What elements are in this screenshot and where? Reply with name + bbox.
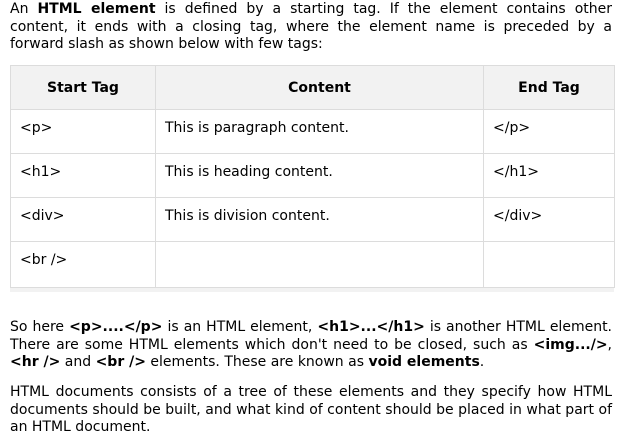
- cell-start-tag: <p>: [10, 109, 156, 154]
- table-header-row: Start Tag Content End Tag: [10, 65, 615, 110]
- intro-text-1: An: [10, 1, 38, 17]
- cell-content: This is division content.: [155, 197, 484, 242]
- tag-table: Start Tag Content End Tag <p> This is pa…: [10, 65, 615, 288]
- p2-bold-br: <br />: [95, 354, 146, 370]
- cell-start-tag: <br />: [10, 241, 156, 288]
- intro-bold-term: HTML element: [37, 1, 156, 17]
- table-row: <br />: [10, 241, 615, 288]
- p2-text-4: ,: [607, 336, 612, 353]
- p2-bold-void-elements: void elements: [368, 354, 480, 370]
- cell-start-tag: <h1>: [10, 153, 156, 198]
- tag-table-container: Start Tag Content End Tag <p> This is pa…: [10, 65, 615, 292]
- document-tree-paragraph: HTML documents consists of a tree of the…: [10, 384, 612, 435]
- cell-end-tag: </div>: [483, 197, 615, 242]
- cell-content: [155, 241, 484, 288]
- header-start-tag: Start Tag: [10, 65, 156, 110]
- cell-end-tag: [483, 241, 615, 288]
- p2-bold-p-element: <p>....</p>: [69, 319, 163, 335]
- p2-text-6: elements. These are known as: [145, 354, 369, 370]
- cell-start-tag: <div>: [10, 197, 156, 242]
- intro-paragraph: An HTML element is defined by a starting…: [10, 1, 612, 54]
- p2-text-7: .: [479, 354, 485, 370]
- p2-text-1: So here: [10, 319, 70, 335]
- p2-bold-hr: <hr />: [10, 354, 61, 370]
- table-row: <h1> This is heading content. </h1>: [10, 153, 615, 198]
- p2-bold-h1-element: <h1>...</h1>: [317, 319, 425, 335]
- cell-content: This is heading content.: [155, 153, 484, 198]
- table-row: <div> This is division content. </div>: [10, 197, 615, 242]
- table-row: <p> This is paragraph content. </p>: [10, 109, 615, 154]
- p2-text-5: and: [60, 354, 96, 370]
- p2-bold-img: <img.../>: [533, 336, 608, 353]
- cell-content: This is paragraph content.: [155, 109, 484, 154]
- explanation-paragraph: So here <p>....</p> is an HTML element, …: [10, 319, 612, 372]
- header-end-tag: End Tag: [483, 65, 615, 110]
- cell-end-tag: </h1>: [483, 153, 615, 198]
- cell-end-tag: </p>: [483, 109, 615, 154]
- header-content: Content: [155, 65, 484, 110]
- p2-text-2: is an HTML element,: [162, 319, 318, 335]
